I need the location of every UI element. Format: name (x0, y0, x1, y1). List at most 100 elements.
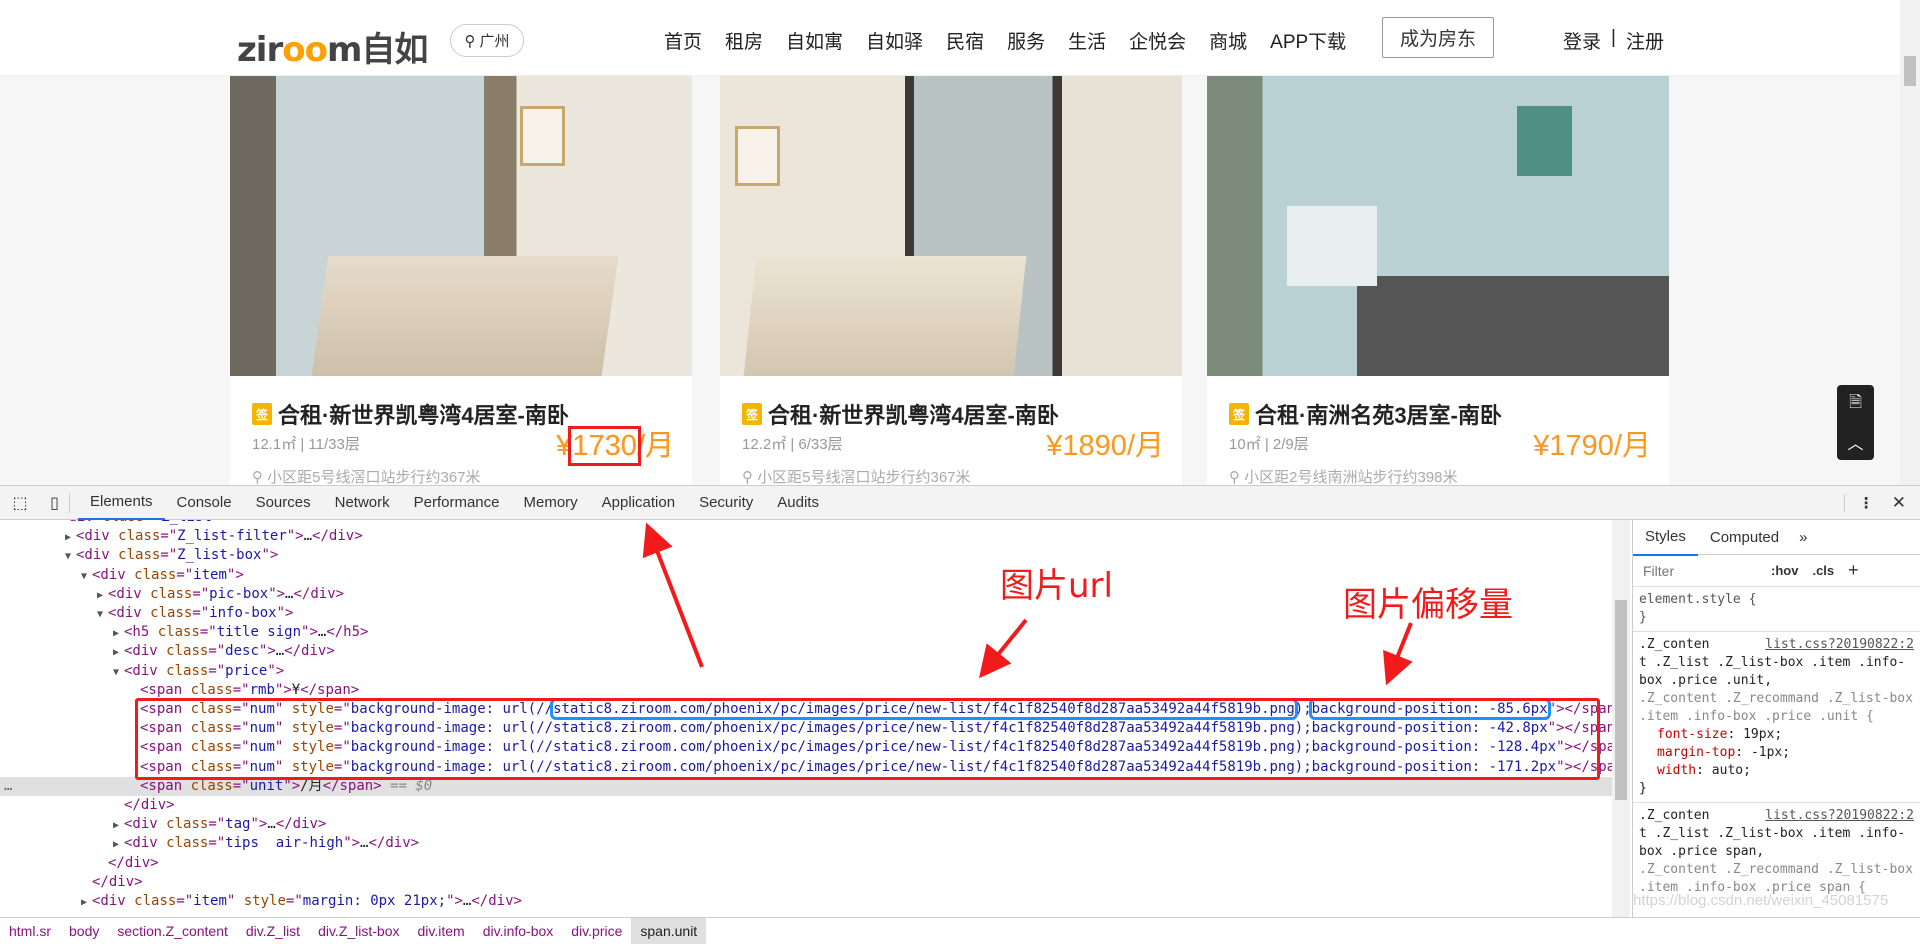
collapsed-triangle-icon[interactable]: ▶ (97, 586, 108, 605)
nav-mall[interactable]: 商城 (1209, 27, 1247, 54)
new-rule-icon[interactable]: + (1848, 560, 1859, 581)
listing-photo[interactable] (720, 76, 1182, 376)
expanded-triangle-icon[interactable]: ▼ (81, 567, 92, 586)
collapsed-triangle-icon[interactable]: ▶ (81, 893, 92, 912)
breadcrumb-item[interactable]: body (60, 918, 108, 944)
dom-node[interactable]: ▶ <div class="Z_list-filter">…</div> (0, 527, 1612, 546)
nav-ziroom-hostel[interactable]: 自如驿 (866, 27, 923, 54)
breadcrumb-item[interactable]: div.Z_list (237, 918, 309, 944)
collapsed-triangle-icon[interactable]: ▶ (113, 835, 124, 854)
rule-source-link[interactable]: list.css?20190822:2 (1765, 636, 1914, 654)
listing-photo[interactable] (1207, 76, 1669, 376)
tab-elements[interactable]: Elements (78, 485, 165, 520)
document-check-icon[interactable]: 🗎 (1849, 391, 1862, 418)
close-devtools-icon[interactable]: ✕ (1888, 493, 1920, 513)
device-toggle-icon[interactable]: ▯ (40, 492, 70, 513)
dom-node[interactable]: ▶ <div class="item" style="margin: 0px 21… (0, 892, 1612, 911)
inspect-element-icon[interactable]: ⬚ (0, 493, 40, 513)
rule-selector-inactive: .Z_content .Z_recommand .Z_list-box .ite… (1639, 691, 1913, 724)
code-token: =" (192, 585, 210, 602)
dom-node[interactable]: <div class="Z_list"> (0, 520, 1612, 527)
expanded-triangle-icon[interactable]: ▼ (113, 663, 124, 682)
code-token: "> (446, 893, 463, 909)
listing-title[interactable]: 合租·新世界凯粤湾4居室-南卧 (278, 398, 569, 430)
hover-state-toggle[interactable]: :hov (1771, 563, 1798, 578)
node-actions-ellipsis[interactable]: … (4, 777, 12, 796)
styles-filter-input[interactable] (1639, 558, 1765, 583)
more-options-icon[interactable]: ⋮ (1843, 493, 1888, 512)
css-property[interactable]: font-size: 19px; (1639, 726, 1914, 744)
class-toggle[interactable]: .cls (1812, 563, 1834, 578)
nav-life[interactable]: 生活 (1068, 27, 1106, 54)
nav-app-download[interactable]: APP下载 (1270, 27, 1346, 54)
dom-node[interactable]: ▼ <div class="price"> (0, 662, 1612, 681)
code-token: class (150, 605, 193, 621)
nav-services[interactable]: 服务 (1007, 27, 1045, 54)
breadcrumb-item[interactable]: div.info-box (474, 918, 563, 944)
toggle-spacer (81, 874, 92, 893)
tab-network[interactable]: Network (323, 485, 402, 520)
dom-node[interactable]: </div> (0, 796, 1612, 815)
nav-enterprise[interactable]: 企悦会 (1129, 27, 1186, 54)
rule-source-link[interactable]: list.css?20190822:2 (1765, 807, 1914, 825)
ziroom-logo[interactable]: ziroom自如 (237, 22, 428, 71)
listing-card[interactable]: 签合租·新世界凯粤湾4居室-南卧 12.2㎡ | 6/33层 ¥1890/月 ⚲… (720, 76, 1182, 485)
signed-badge-icon: 签 (1229, 403, 1249, 425)
dom-node[interactable]: ▶ <h5 class="title sign">…</h5> (0, 623, 1612, 642)
tab-audits[interactable]: Audits (765, 485, 831, 520)
breadcrumb-item[interactable]: section.Z_content (108, 918, 237, 944)
dom-node[interactable]: ▶ <div class="tag">…</div> (0, 815, 1612, 834)
become-landlord-button[interactable]: 成为房东 (1382, 17, 1494, 58)
breadcrumb-item[interactable]: div.price (562, 918, 631, 944)
collapsed-triangle-icon[interactable]: ▶ (65, 528, 76, 547)
page-scrollbar[interactable] (1900, 0, 1920, 485)
tab-security[interactable]: Security (687, 485, 765, 520)
nav-homestay[interactable]: 民宿 (946, 27, 984, 54)
element-style-selector: element.style { (1639, 592, 1757, 607)
dom-node[interactable]: </div> (0, 873, 1612, 892)
listing-photo[interactable] (230, 76, 692, 376)
city-selector[interactable]: ⚲ 广州 (450, 24, 524, 57)
collapsed-triangle-icon[interactable]: ▶ (113, 816, 124, 835)
nav-rent[interactable]: 租房 (725, 27, 763, 54)
rule-selector: t .Z_list .Z_list-box .item .info-box .p… (1639, 655, 1906, 688)
dom-node[interactable]: ▶ <div class="desc">…</div> (0, 642, 1612, 661)
listing-card[interactable]: 签合租·南洲名苑3居室-南卧 10㎡ | 2/9层 ¥1790/月 ⚲ 小区距2… (1207, 76, 1669, 485)
tab-console[interactable]: Console (165, 485, 244, 520)
expanded-triangle-icon[interactable]: ▼ (65, 547, 76, 566)
register-link[interactable]: 注册 (1626, 27, 1664, 54)
tab-sources[interactable]: Sources (244, 485, 323, 520)
tab-performance[interactable]: Performance (402, 485, 512, 520)
price-number: 1730 (568, 426, 641, 466)
dom-node[interactable]: ▼ <div class="Z_list-box"> (0, 546, 1612, 565)
breadcrumb-item[interactable]: html.sr (0, 918, 60, 944)
expanded-triangle-icon[interactable]: ▼ (97, 605, 108, 624)
code-token: … (275, 643, 285, 660)
css-property[interactable]: margin-top: -1px; (1639, 744, 1914, 762)
code-token: "> (261, 547, 279, 564)
nav-ziroom-apartment[interactable]: 自如寓 (786, 27, 843, 54)
login-link[interactable]: 登录 (1563, 27, 1601, 54)
listing-title[interactable]: 合租·南洲名苑3居室-南卧 (1255, 398, 1502, 430)
listing-meta: 12.1㎡ | 11/33层 (252, 436, 360, 453)
collapsed-triangle-icon[interactable]: ▶ (113, 624, 124, 643)
css-property[interactable]: width: auto; (1639, 762, 1914, 780)
annotation-image-offset: 图片偏移量 (1343, 585, 1513, 625)
tab-application[interactable]: Application (590, 485, 687, 520)
breadcrumb-item[interactable]: div.Z_list-box (309, 918, 408, 944)
breadcrumb-item-current[interactable]: span.unit (631, 917, 707, 944)
back-to-top-icon[interactable]: ︿ (1847, 430, 1863, 454)
listing-title[interactable]: 合租·新世界凯粤湾4居室-南卧 (768, 398, 1059, 430)
dom-scrollbar[interactable] (1612, 520, 1630, 917)
listing-card[interactable]: 签合租·新世界凯粤湾4居室-南卧 12.1㎡ | 11/33层 ¥1730/月 … (230, 76, 692, 485)
tab-computed[interactable]: Computed (1698, 520, 1791, 555)
collapsed-triangle-icon[interactable]: ▶ (113, 643, 124, 662)
tab-memory[interactable]: Memory (512, 485, 590, 520)
tab-styles[interactable]: Styles (1633, 520, 1698, 556)
nav-home[interactable]: 首页 (664, 27, 702, 54)
more-tabs-icon[interactable]: » (1791, 520, 1815, 555)
breadcrumb-item[interactable]: div.item (409, 918, 474, 944)
signed-badge-icon: 签 (252, 403, 272, 425)
dom-node[interactable]: </div> (0, 854, 1612, 873)
dom-node[interactable]: ▶ <div class="tips air-high">…</div> (0, 834, 1612, 853)
